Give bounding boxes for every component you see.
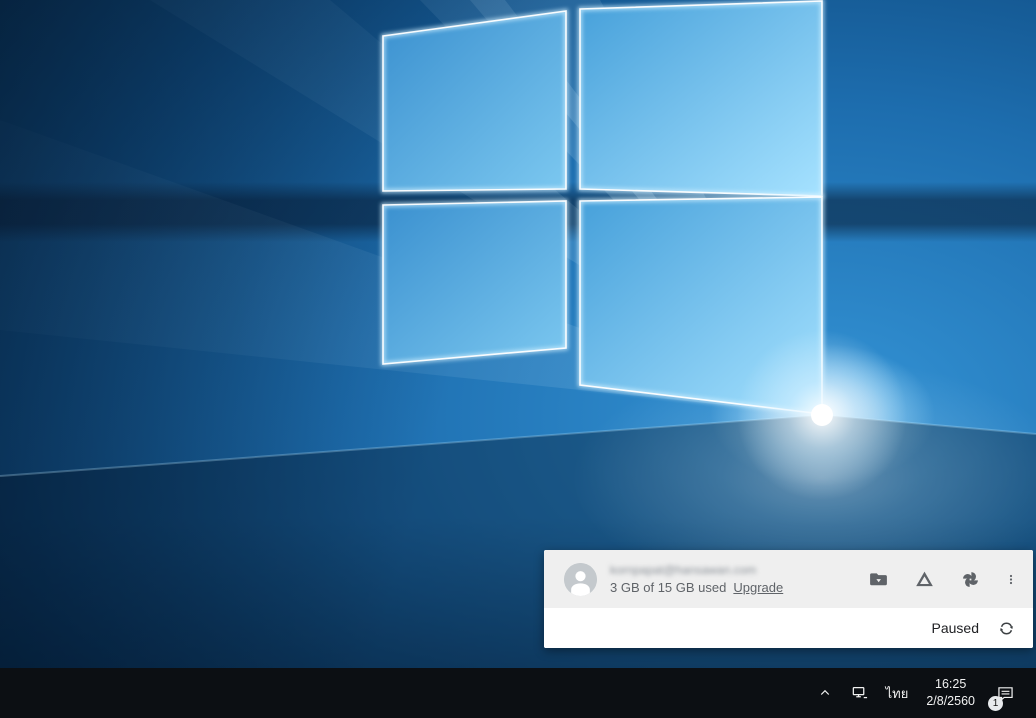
account-avatar-icon [564,563,597,596]
account-info: kornpapat@hansawan.com 3 GB of 15 GB use… [610,564,783,594]
backup-sync-popup: kornpapat@hansawan.com 3 GB of 15 GB use… [544,550,1033,648]
account-email: kornpapat@hansawan.com [610,564,783,576]
desktop: kornpapat@hansawan.com 3 GB of 15 GB use… [0,0,1036,718]
clock-time: 16:25 [935,676,966,693]
upgrade-link[interactable]: Upgrade [733,580,783,595]
chevron-up-icon[interactable] [808,668,842,718]
sync-status-label: Paused [932,620,979,636]
google-drive-icon[interactable] [913,568,935,590]
storage-usage-text: 3 GB of 15 GB used [610,580,726,595]
popup-account-section: kornpapat@hansawan.com 3 GB of 15 GB use… [544,550,1033,608]
sync-icon[interactable] [995,617,1017,639]
drive-folder-icon[interactable] [867,568,889,590]
taskbar[interactable]: ไทย 16:25 2/8/2560 1 [0,668,1036,718]
action-center-icon[interactable]: 1 [985,668,1028,718]
clock[interactable]: 16:25 2/8/2560 [916,668,985,718]
overflow-menu-icon[interactable] [1005,568,1017,590]
language-indicator[interactable]: ไทย [878,668,917,718]
system-tray: ไทย 16:25 2/8/2560 1 [808,668,1036,718]
clock-date: 2/8/2560 [926,693,975,710]
google-photos-icon[interactable] [959,568,981,590]
notification-badge: 1 [988,696,1003,711]
network-icon[interactable] [842,668,878,718]
popup-shortcut-icons [867,568,1033,590]
popup-status-section: Paused [544,608,1033,648]
